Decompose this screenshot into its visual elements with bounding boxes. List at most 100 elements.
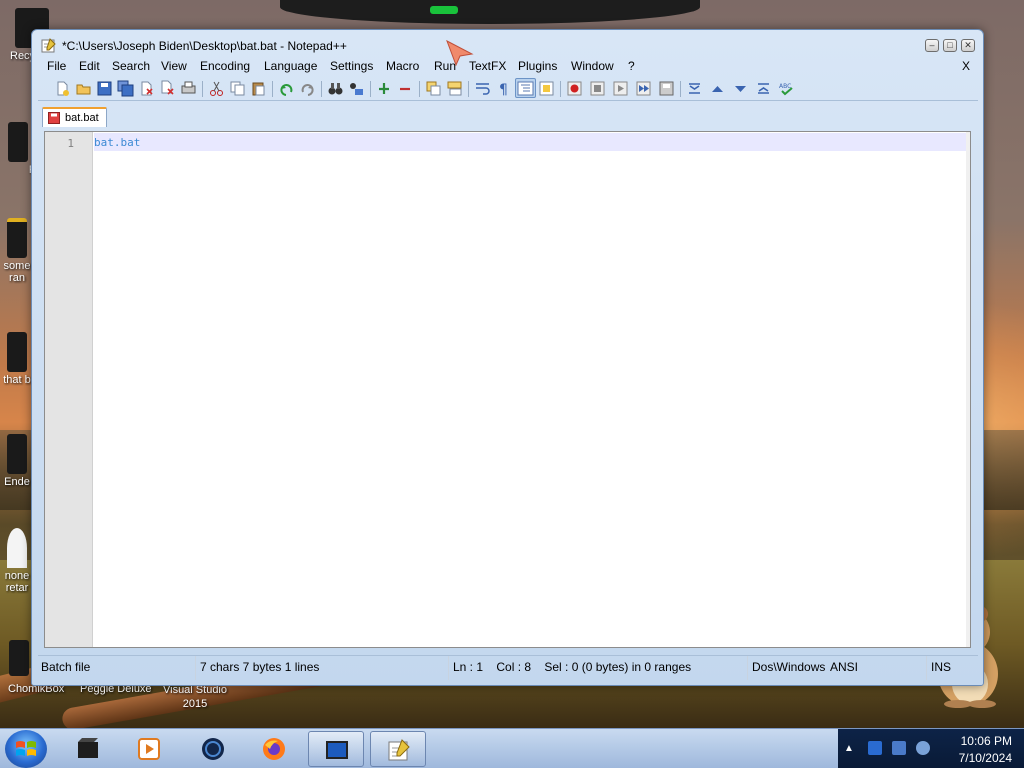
minimize-button[interactable]: ‒ xyxy=(925,39,939,52)
sync-horizontal-icon xyxy=(447,81,462,96)
menu-language[interactable]: Language xyxy=(264,59,317,73)
start-button[interactable] xyxy=(5,730,47,768)
replace-button[interactable] xyxy=(348,80,365,97)
code-line[interactable]: bat.bat xyxy=(94,136,140,149)
macro-save-button[interactable] xyxy=(658,80,675,97)
monitor-app-icon xyxy=(326,741,348,759)
network-icon[interactable] xyxy=(892,741,906,755)
desktop-icon-some-ran[interactable]: some ran xyxy=(0,218,34,284)
user-dialog-icon xyxy=(539,81,554,96)
copy-icon xyxy=(230,81,245,96)
copy-button[interactable] xyxy=(229,80,246,97)
clock-date[interactable]: 7/10/2024 xyxy=(959,751,1012,765)
menu-view[interactable]: View xyxy=(161,59,187,73)
taskbar-media-player[interactable] xyxy=(121,731,177,767)
fold-all-button[interactable] xyxy=(686,80,703,97)
tab-label: bat.bat xyxy=(65,112,99,124)
move-down-button[interactable] xyxy=(732,80,749,97)
desktop-icon-chomikbox[interactable] xyxy=(4,640,34,678)
menu-search[interactable]: Search xyxy=(112,59,150,73)
taskbar-notepad-plus-plus[interactable] xyxy=(370,731,426,767)
status-file-type: Batch file xyxy=(38,656,196,680)
text-editor[interactable]: 1 bat.bat xyxy=(44,131,971,648)
cut-button[interactable] xyxy=(208,80,225,97)
user-defined-dialog-button[interactable] xyxy=(538,80,555,97)
desktop-icon-none-retar[interactable]: none retar xyxy=(0,528,34,594)
close-file-button[interactable] xyxy=(138,80,155,97)
close-document-button[interactable]: X xyxy=(962,59,970,73)
scissors-icon xyxy=(210,81,223,96)
redo-button[interactable] xyxy=(299,80,316,97)
sync-horizontal-button[interactable] xyxy=(446,80,463,97)
status-length: 7 chars 7 bytes 1 lines xyxy=(197,656,449,680)
printer-icon xyxy=(181,81,196,94)
tab-strip: bat.bat xyxy=(38,105,978,127)
tray-app-icon[interactable] xyxy=(868,741,882,755)
menu-settings[interactable]: Settings xyxy=(330,59,373,73)
arrow-up-icon xyxy=(712,86,723,92)
taskbar-app-window[interactable] xyxy=(308,731,364,767)
clock-time[interactable]: 10:06 PM xyxy=(961,734,1012,748)
move-up-button[interactable] xyxy=(709,80,726,97)
taskbar-app-globe[interactable] xyxy=(185,731,241,767)
save-button[interactable] xyxy=(96,80,113,97)
fast-forward-icon xyxy=(636,81,651,96)
spell-check-button[interactable]: ABC xyxy=(778,80,795,97)
menu-help[interactable]: ? xyxy=(628,59,635,73)
word-wrap-button[interactable] xyxy=(474,80,491,97)
show-all-characters-button[interactable]: ¶ xyxy=(495,80,512,97)
word-wrap-icon xyxy=(476,83,490,95)
zoom-out-button[interactable] xyxy=(397,80,414,97)
close-file-icon xyxy=(141,81,153,96)
line-number: 1 xyxy=(67,137,74,150)
close-button[interactable]: ✕ xyxy=(961,39,975,52)
status-encoding: ANSI xyxy=(827,656,927,680)
close-icon: ✕ xyxy=(964,40,972,50)
macro-play-button[interactable] xyxy=(612,80,629,97)
undo-icon xyxy=(280,84,293,96)
paste-button[interactable] xyxy=(250,80,267,97)
new-file-button[interactable] xyxy=(54,80,71,97)
menu-textfx[interactable]: TextFX xyxy=(469,59,506,73)
taskbar-firefox[interactable] xyxy=(246,731,302,767)
current-line-highlight xyxy=(94,133,970,151)
vertical-scrollbar[interactable] xyxy=(966,132,970,647)
unfold-all-button[interactable] xyxy=(755,80,772,97)
title-bar[interactable]: *C:\Users\Joseph Biden\Desktop\bat.bat -… xyxy=(32,30,983,60)
menu-file[interactable]: File xyxy=(47,59,66,73)
find-button[interactable] xyxy=(327,80,344,97)
desktop-icon-that-b[interactable]: that b xyxy=(0,332,34,386)
menu-bar: File Edit Search View Encoding Language … xyxy=(38,57,978,75)
save-all-icon xyxy=(117,80,134,97)
sync-vertical-button[interactable] xyxy=(425,80,442,97)
menu-plugins[interactable]: Plugins xyxy=(518,59,557,73)
macro-stop-button[interactable] xyxy=(589,80,606,97)
taskbar-app-1[interactable] xyxy=(60,731,116,767)
volume-icon[interactable] xyxy=(916,741,930,755)
replace-icon xyxy=(350,83,363,95)
save-all-button[interactable] xyxy=(117,80,134,97)
menu-macro[interactable]: Macro xyxy=(386,59,419,73)
close-all-button[interactable] xyxy=(159,80,176,97)
show-hidden-icons-icon[interactable]: ▲ xyxy=(844,743,854,754)
menu-window[interactable]: Window xyxy=(571,59,614,73)
print-button[interactable] xyxy=(180,80,197,97)
desktop-caption-visual-studio[interactable]: Visual Studio 2015 xyxy=(160,683,230,711)
media-player-icon xyxy=(138,738,160,760)
firefox-icon xyxy=(263,738,285,760)
tab-bat-bat[interactable]: bat.bat xyxy=(42,107,107,127)
menu-encoding[interactable]: Encoding xyxy=(200,59,250,73)
open-file-button[interactable] xyxy=(75,80,92,97)
undo-button[interactable] xyxy=(278,80,295,97)
maximize-button[interactable]: □ xyxy=(943,39,957,52)
status-position: Ln : 1 Col : 8 Sel : 0 (0 bytes) in 0 ra… xyxy=(450,656,748,680)
unfold-icon xyxy=(758,83,769,94)
desktop-icon-ende[interactable]: Ende xyxy=(0,434,34,488)
menu-edit[interactable]: Edit xyxy=(79,59,100,73)
macro-record-button[interactable] xyxy=(566,80,583,97)
macro-run-multiple-button[interactable] xyxy=(635,80,652,97)
indent-guide-button[interactable] xyxy=(515,78,536,98)
windows-logo-icon xyxy=(16,741,36,756)
zoom-in-button[interactable] xyxy=(376,80,393,97)
pilcrow-icon: ¶ xyxy=(499,82,508,97)
